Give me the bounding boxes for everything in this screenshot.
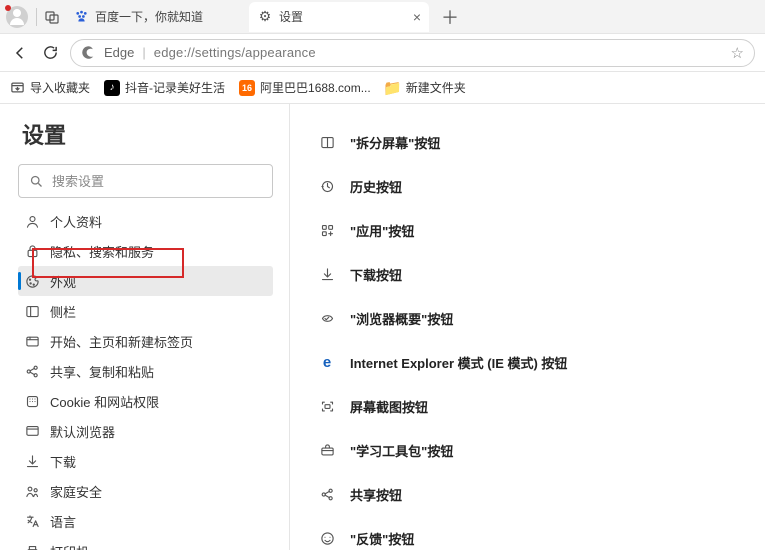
sidebar-item-profile[interactable]: 个人资料 bbox=[18, 206, 273, 236]
option-label: "反馈"按钮 bbox=[350, 529, 414, 548]
tab-actions-icon[interactable] bbox=[43, 9, 61, 25]
history-icon bbox=[318, 177, 336, 195]
sidebar-item-appearance[interactable]: 外观 bbox=[18, 266, 273, 296]
new-tab-button[interactable]: ＋ bbox=[433, 4, 467, 30]
sidebar-item-download[interactable]: 下载 bbox=[18, 446, 273, 476]
sidebar-item-label: 侧栏 bbox=[50, 302, 76, 321]
option-label: 历史按钮 bbox=[350, 177, 402, 196]
page-title: 设置 bbox=[22, 118, 273, 150]
sidebar-item-cookie[interactable]: Cookie 和网站权限 bbox=[18, 386, 273, 416]
folder-icon: 📁 bbox=[385, 80, 401, 96]
address-bar[interactable]: Edge | edge://settings/appearance ☆ bbox=[70, 39, 755, 67]
url-text: edge://settings/appearance bbox=[154, 45, 316, 60]
bookmark-alibaba[interactable]: 16 阿里巴巴1688.com... bbox=[239, 79, 371, 96]
favorite-star-icon[interactable]: ☆ bbox=[731, 44, 744, 62]
screenshot-icon bbox=[318, 397, 336, 415]
family-icon bbox=[24, 483, 40, 499]
sidebar-item-family[interactable]: 家庭安全 bbox=[18, 476, 273, 506]
ie-icon: e bbox=[318, 353, 336, 371]
lock-icon bbox=[24, 243, 40, 259]
option-label: "应用"按钮 bbox=[350, 221, 414, 240]
profile-icon bbox=[24, 213, 40, 229]
sidebar-item-printer[interactable]: 打印机 bbox=[18, 536, 273, 550]
import-icon bbox=[10, 80, 25, 95]
option-label: Internet Explorer 模式 (IE 模式) 按钮 bbox=[350, 353, 567, 372]
tab-baidu[interactable]: 百度一下，你就知道 bbox=[65, 2, 245, 32]
printer-icon bbox=[24, 543, 40, 550]
option-label: "拆分屏幕"按钮 bbox=[350, 133, 440, 152]
edge-logo-icon bbox=[81, 45, 96, 60]
gear-icon: ⚙ bbox=[257, 9, 273, 25]
appearance-icon bbox=[24, 273, 40, 289]
bookmark-label: 阿里巴巴1688.com... bbox=[260, 79, 371, 96]
baidu-favicon bbox=[73, 9, 89, 25]
sidebar-item-label: 外观 bbox=[50, 272, 76, 291]
apps-icon bbox=[318, 221, 336, 239]
close-icon[interactable]: × bbox=[413, 10, 421, 24]
share-icon bbox=[24, 363, 40, 379]
sidebar-item-label: 默认浏览器 bbox=[50, 422, 115, 441]
option-summary[interactable]: "浏览器概要"按钮 bbox=[318, 296, 765, 340]
sidebar-item-label: 隐私、搜索和服务 bbox=[50, 242, 154, 261]
sidebar-item-label: 开始、主页和新建标签页 bbox=[50, 332, 193, 351]
search-icon bbox=[29, 174, 44, 189]
option-label: 屏幕截图按钮 bbox=[350, 397, 428, 416]
bookmark-label: 新建文件夹 bbox=[406, 79, 466, 96]
sidebar-item-label: Cookie 和网站权限 bbox=[50, 392, 159, 411]
sidebar-item-lock[interactable]: 隐私、搜索和服务 bbox=[18, 236, 273, 266]
tabs-icon bbox=[24, 333, 40, 349]
sidebar-item-sidebar[interactable]: 侧栏 bbox=[18, 296, 273, 326]
url-provider: Edge bbox=[104, 45, 134, 60]
option-label: 下载按钮 bbox=[350, 265, 402, 284]
bookmark-label: 抖音-记录美好生活 bbox=[125, 79, 225, 96]
download-icon bbox=[318, 265, 336, 283]
sidebar-item-label: 共享、复制和粘贴 bbox=[50, 362, 154, 381]
alibaba-icon: 16 bbox=[239, 80, 255, 96]
option-feedback[interactable]: "反馈"按钮 bbox=[318, 516, 765, 550]
tab-title: 设置 bbox=[279, 8, 407, 25]
toolkit-icon bbox=[318, 441, 336, 459]
tab-title: 百度一下，你就知道 bbox=[95, 8, 237, 25]
sidebar-item-label: 打印机 bbox=[50, 542, 89, 550]
search-input[interactable] bbox=[52, 174, 262, 189]
share-icon bbox=[318, 485, 336, 503]
split-icon bbox=[318, 133, 336, 151]
option-toolkit[interactable]: "学习工具包"按钮 bbox=[318, 428, 765, 472]
refresh-button[interactable] bbox=[40, 44, 60, 61]
profile-avatar[interactable] bbox=[6, 6, 28, 28]
import-bookmarks-label: 导入收藏夹 bbox=[30, 79, 90, 96]
option-ie[interactable]: e Internet Explorer 模式 (IE 模式) 按钮 bbox=[318, 340, 765, 384]
cookie-icon bbox=[24, 393, 40, 409]
douyin-icon: ♪ bbox=[104, 80, 120, 96]
sidebar-icon bbox=[24, 303, 40, 319]
language-icon bbox=[24, 513, 40, 529]
back-button[interactable] bbox=[10, 44, 30, 62]
download-icon bbox=[24, 453, 40, 469]
sidebar-item-label: 家庭安全 bbox=[50, 482, 102, 501]
settings-search[interactable] bbox=[18, 164, 273, 198]
option-split[interactable]: "拆分屏幕"按钮 bbox=[318, 120, 765, 164]
option-history[interactable]: 历史按钮 bbox=[318, 164, 765, 208]
sidebar-item-language[interactable]: 语言 bbox=[18, 506, 273, 536]
option-label: "浏览器概要"按钮 bbox=[350, 309, 453, 328]
sidebar-item-label: 语言 bbox=[50, 512, 76, 531]
option-label: "学习工具包"按钮 bbox=[350, 441, 453, 460]
option-download[interactable]: 下载按钮 bbox=[318, 252, 765, 296]
option-share[interactable]: 共享按钮 bbox=[318, 472, 765, 516]
bookmark-folder[interactable]: 📁 新建文件夹 bbox=[385, 79, 466, 96]
sidebar-item-label: 个人资料 bbox=[50, 212, 102, 231]
browser-icon bbox=[24, 423, 40, 439]
option-screenshot[interactable]: 屏幕截图按钮 bbox=[318, 384, 765, 428]
feedback-icon bbox=[318, 529, 336, 547]
tab-settings[interactable]: ⚙ 设置 × bbox=[249, 2, 429, 32]
sidebar-item-browser[interactable]: 默认浏览器 bbox=[18, 416, 273, 446]
sidebar-item-label: 下载 bbox=[50, 452, 76, 471]
sidebar-item-share[interactable]: 共享、复制和粘贴 bbox=[18, 356, 273, 386]
sidebar-item-tabs[interactable]: 开始、主页和新建标签页 bbox=[18, 326, 273, 356]
bookmark-douyin[interactable]: ♪ 抖音-记录美好生活 bbox=[104, 79, 225, 96]
summary-icon bbox=[318, 309, 336, 327]
option-label: 共享按钮 bbox=[350, 485, 402, 504]
import-bookmarks-button[interactable]: 导入收藏夹 bbox=[10, 79, 90, 96]
option-apps[interactable]: "应用"按钮 bbox=[318, 208, 765, 252]
